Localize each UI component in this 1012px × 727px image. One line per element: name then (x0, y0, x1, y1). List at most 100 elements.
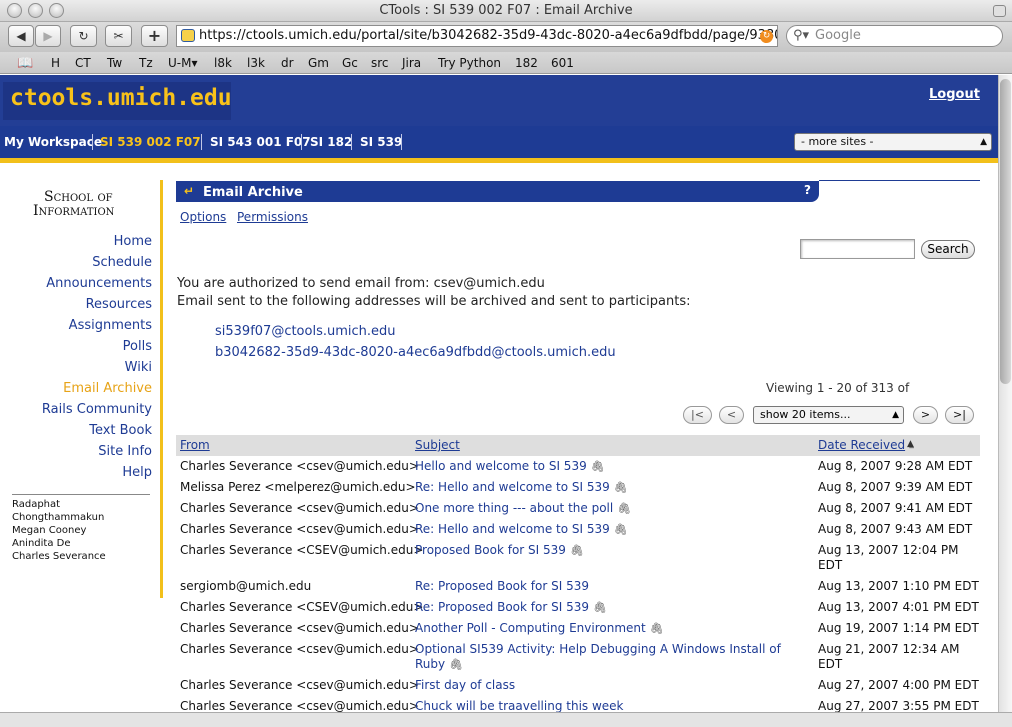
status-bar (0, 712, 1012, 727)
table-header: From Subject Date Received ▲̲ (176, 435, 980, 456)
tool-menu-rails-community[interactable]: Rails Community (42, 402, 152, 417)
bookmark-h[interactable]: H (51, 56, 60, 70)
forward-arrow-icon: ▶ (43, 29, 53, 43)
bookmark-tz[interactable]: Tz (139, 56, 153, 70)
message-subject-link[interactable]: Proposed Book for SI 539 (415, 543, 566, 557)
message-date: Aug 8, 2007 9:41 AM EDT (818, 501, 973, 515)
message-subject-link[interactable]: Re: Hello and welcome to SI 539 (415, 522, 610, 536)
site-tab-my-workspace[interactable]: My Workspace (4, 135, 102, 149)
tool-menu-announcements[interactable]: Announcements (46, 276, 152, 291)
message-subject-link[interactable]: Re: Proposed Book for SI 539 (415, 600, 589, 614)
back-button[interactable]: ◀ (8, 25, 34, 47)
bookmark-try-python[interactable]: Try Python (438, 56, 501, 70)
message-subject-link[interactable]: One more thing --- about the poll (415, 501, 613, 515)
tool-menu-home[interactable]: Home (114, 234, 152, 249)
archive-search-button[interactable]: Search (921, 240, 975, 259)
bookmarks-book-icon[interactable]: 📖 (17, 56, 33, 71)
bookmarks-bar: 📖 H CT Tw Tz U-M▾ l8k l3k dr Gm Gc src J… (0, 52, 1012, 74)
message-date: Aug 8, 2007 9:28 AM EDT (818, 459, 973, 473)
bookmark-ct[interactable]: CT (75, 56, 91, 70)
last-page-button[interactable]: >| (945, 406, 974, 424)
message-subject-link[interactable]: Hello and welcome to SI 539 (415, 459, 587, 473)
address-reload-icon[interactable]: ↻ (760, 30, 773, 43)
tool-menu-resources[interactable]: Resources (86, 297, 152, 312)
site-tab-si543-001-f07[interactable]: SI 543 001 F07 (210, 135, 311, 149)
tool-menu-wiki[interactable]: Wiki (125, 360, 152, 375)
paperclip-icon: 🖇 (449, 658, 464, 671)
bookmark-dr[interactable]: dr (281, 56, 294, 70)
tool-menu-text-book[interactable]: Text Book (89, 423, 152, 438)
ctools-logo[interactable]: ctools.umich.edu (10, 85, 232, 111)
presence-user: Anindita De (12, 538, 71, 549)
plus-icon: + (147, 26, 162, 45)
column-header-date-received[interactable]: Date Received (818, 438, 905, 452)
archive-search-input[interactable] (800, 239, 915, 259)
paperclip-icon: 🖇 (592, 601, 607, 614)
column-header-subject[interactable]: Subject (415, 438, 460, 452)
reload-icon: ↻ (78, 29, 89, 43)
paperclip-icon: 🖇 (613, 523, 628, 536)
paperclip-icon: 🖇 (590, 460, 605, 473)
message-subject-link[interactable]: First day of class (415, 678, 515, 692)
paperclip-icon: 🖇 (569, 544, 584, 557)
previous-page-button[interactable]: < (719, 406, 744, 424)
search-icon: ⚲▾ (793, 28, 810, 43)
message-from: Charles Severance <CSEV@umich.edu> (180, 543, 424, 557)
archive-address: b3042682-35d9-43dc-8020-a4ec6a9dfbdd@cto… (215, 345, 616, 360)
bookmark-gm[interactable]: Gm (308, 56, 329, 70)
tool-menu-site-info[interactable]: Site Info (98, 444, 152, 459)
reload-button[interactable]: ↻ (70, 25, 97, 47)
select-arrows-icon: ▲ (980, 137, 987, 147)
nav-accent-stripe (0, 158, 998, 163)
bookmark-jira[interactable]: Jira (402, 56, 421, 70)
presence-user: Megan Cooney (12, 525, 87, 536)
message-subject-link[interactable]: Chuck will be traavelling this week (415, 699, 624, 713)
message-from: Melissa Perez <melperez@umich.edu> (180, 480, 416, 494)
next-page-button[interactable]: > (913, 406, 938, 424)
scrollbar-thumb[interactable] (1000, 79, 1011, 384)
message-subject-link[interactable]: Optional SI539 Activity: Help Debugging … (415, 642, 781, 671)
viewing-count: Viewing 1 - 20 of 313 of (766, 381, 910, 395)
logout-link[interactable]: Logout (929, 87, 980, 102)
bookmark-gc[interactable]: Gc (342, 56, 358, 70)
help-icon[interactable]: ? (804, 183, 811, 197)
message-subject-link[interactable]: Another Poll - Computing Environment (415, 621, 646, 635)
site-tab-si539[interactable]: SI 539 (360, 135, 402, 149)
reset-tool-icon[interactable]: ↵ (184, 184, 194, 198)
site-tab-si539-002-f07[interactable]: SI 539 002 F07 (100, 135, 201, 149)
tool-menu-schedule[interactable]: Schedule (92, 255, 152, 270)
bookmark-182[interactable]: 182 (515, 56, 538, 70)
bookmark-l3k[interactable]: l3k (247, 56, 265, 70)
bookmark-l8k[interactable]: l8k (214, 56, 232, 70)
bookmark-tw[interactable]: Tw (107, 56, 122, 70)
tool-title: Email Archive (203, 185, 303, 200)
tool-menu-help[interactable]: Help (122, 465, 152, 480)
message-subject-link[interactable]: Re: Proposed Book for SI 539 (415, 579, 589, 593)
site-tab-si182[interactable]: SI 182 (310, 135, 352, 149)
permissions-link[interactable]: Permissions (237, 210, 308, 224)
toolbar-toggle-button[interactable] (993, 5, 1006, 17)
options-link[interactable]: Options (180, 210, 226, 224)
address-bar[interactable]: https://ctools.umich.edu/portal/site/b30… (176, 25, 778, 47)
vertical-scrollbar[interactable] (998, 75, 1012, 712)
more-sites-select[interactable]: - more sites - ▲ (794, 133, 992, 151)
tool-menu-assignments[interactable]: Assignments (69, 318, 152, 333)
snapback-button[interactable]: ✂ (105, 25, 132, 47)
bookmark-601[interactable]: 601 (551, 56, 574, 70)
browser-search-field[interactable]: ⚲▾ Google (786, 25, 1003, 47)
first-page-button[interactable]: |< (683, 406, 712, 424)
column-header-from[interactable]: From (180, 438, 210, 452)
address-bar-url: https://ctools.umich.edu/portal/site/b30… (199, 28, 778, 43)
bookmark-um-menu[interactable]: U-M▾ (168, 56, 198, 70)
forward-button[interactable]: ▶ (35, 25, 61, 47)
sort-ascending-icon[interactable]: ▲̲ (907, 439, 914, 449)
tab-separator (201, 134, 202, 150)
bookmark-src[interactable]: src (371, 56, 389, 70)
page-size-value: show 20 items... (760, 408, 851, 421)
window-title: CTools : SI 539 002 F07 : Email Archive (379, 3, 633, 18)
message-subject-link[interactable]: Re: Hello and welcome to SI 539 (415, 480, 610, 494)
add-bookmark-button[interactable]: + (141, 25, 168, 47)
tool-menu-polls[interactable]: Polls (123, 339, 152, 354)
page-size-select[interactable]: show 20 items... ▲ (753, 406, 904, 424)
message-date: Aug 13, 2007 1:10 PM EDT (818, 579, 979, 593)
